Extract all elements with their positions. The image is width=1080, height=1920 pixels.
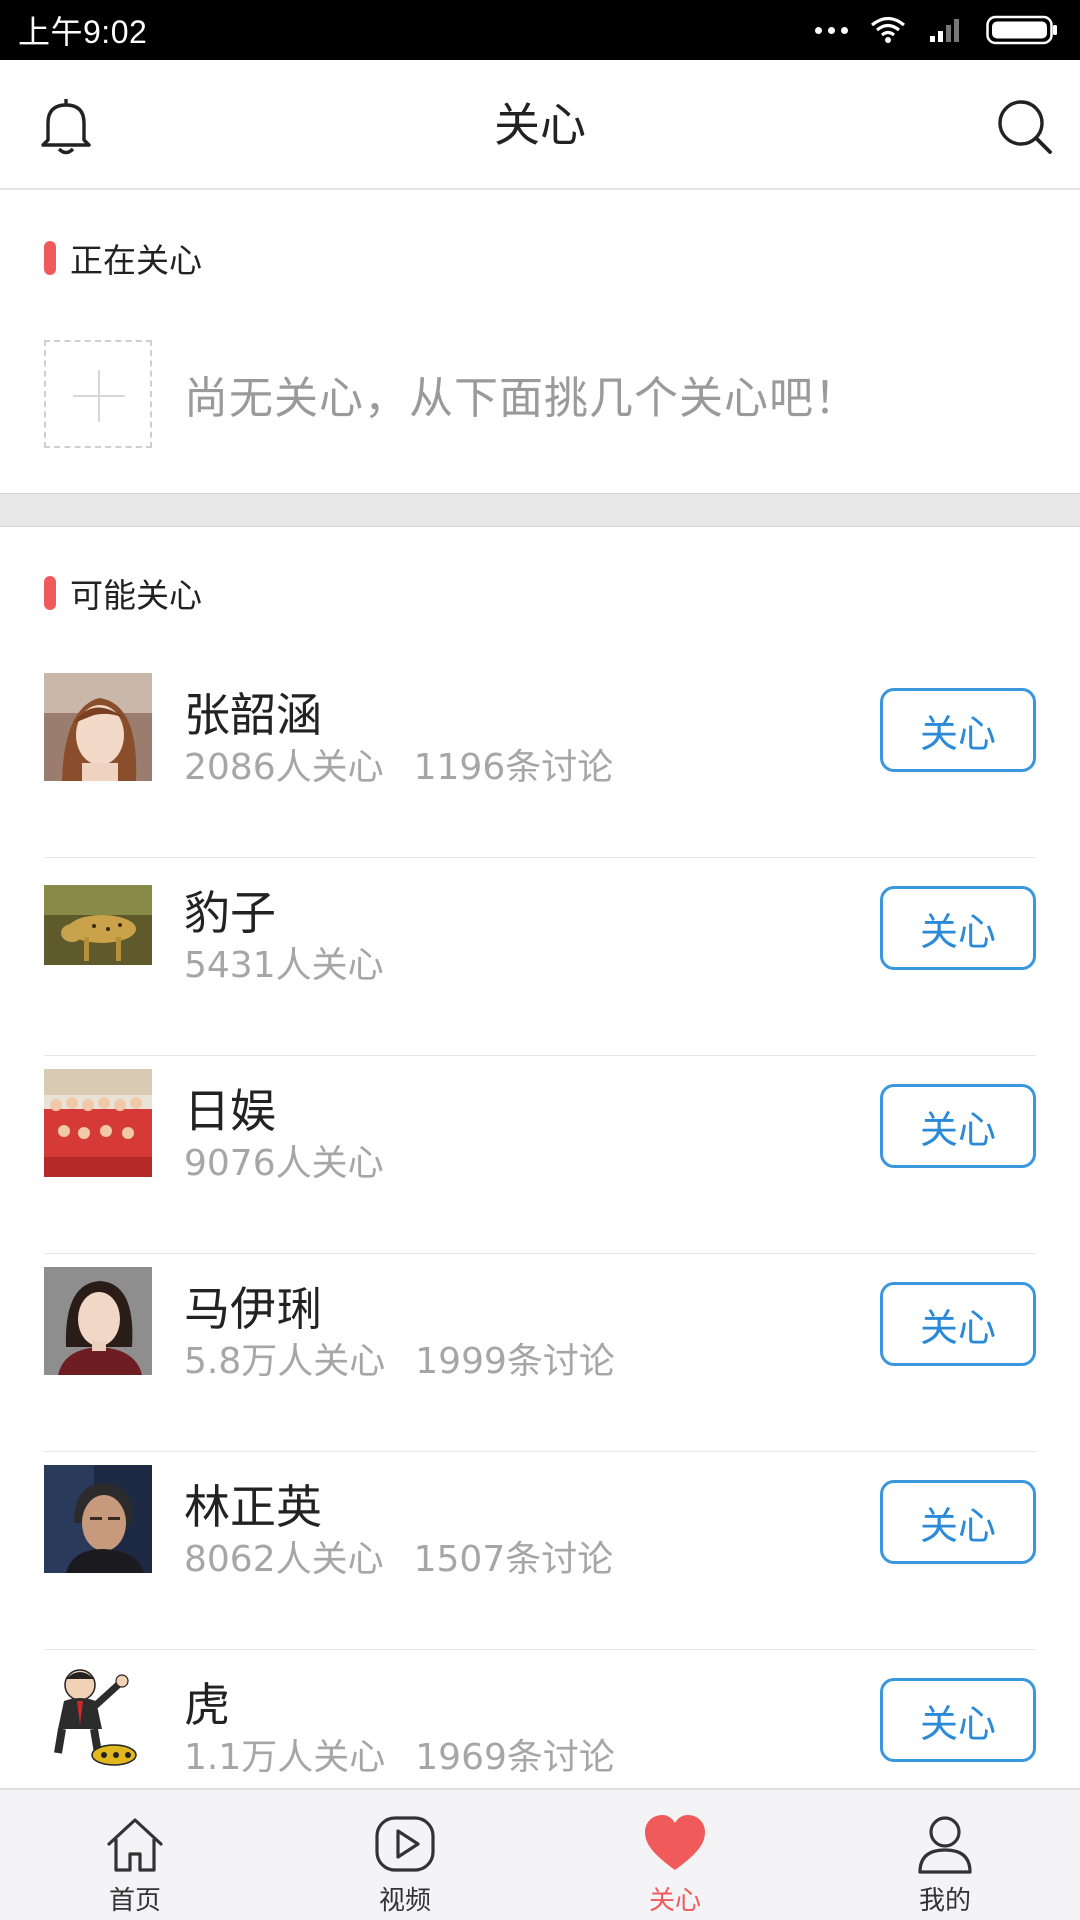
topic-meta: 9076人关心 (184, 1134, 384, 1186)
suggest-section-title: 可能关心 (70, 576, 202, 615)
topic-name: 马伊琍 (184, 1282, 322, 1336)
follower-count: 2086人关心 (184, 747, 384, 788)
follower-count: 1.1万人关心 (184, 1737, 386, 1778)
follower-count: 5431人关心 (184, 945, 384, 986)
suggest-section-header: 可能关心 (44, 569, 202, 617)
follower-count: 9076人关心 (184, 1143, 384, 1184)
follow-button[interactable]: 关心 (880, 1084, 1036, 1168)
follow-button[interactable]: 关心 (880, 1678, 1036, 1762)
status-bar: 上午9:02 (0, 0, 1080, 60)
battery-icon (986, 15, 1057, 45)
tab-label: 我的 (918, 1886, 971, 1916)
topic-meta: 5.8万人关心 1999条讨论 (184, 1332, 615, 1384)
following-section-title: 正在关心 (70, 241, 202, 280)
tab-follow[interactable]: 关心 (540, 1790, 810, 1920)
list-item[interactable]: 日娱 9076人关心 关心 (44, 1056, 1036, 1254)
discussion-count: 1196条讨论 (413, 747, 614, 788)
tab-label: 视频 (378, 1886, 431, 1916)
tab-label: 首页 (108, 1886, 161, 1916)
topic-meta: 1.1万人关心 1969条讨论 (184, 1728, 615, 1780)
video-play-icon (375, 1816, 435, 1872)
topic-name: 豹子 (184, 886, 276, 940)
follow-button[interactable]: 关心 (880, 688, 1036, 772)
person-icon (918, 1816, 972, 1874)
follow-button[interactable]: 关心 (880, 886, 1036, 970)
discussion-count: 1999条讨论 (415, 1341, 615, 1382)
discussion-count: 1969条讨论 (415, 1737, 615, 1778)
topic-meta: 5431人关心 (184, 936, 384, 988)
list-item[interactable]: 张韶涵 2086人关心 1196条讨论 关心 (44, 660, 1036, 858)
wifi-icon (870, 16, 906, 43)
topic-name: 张韶涵 (184, 688, 322, 742)
follow-button[interactable]: 关心 (880, 1480, 1036, 1564)
avatar (44, 1663, 152, 1771)
list-item[interactable]: 豹子 5431人关心 关心 (44, 858, 1036, 1056)
heart-icon (645, 1815, 705, 1870)
section-marker (44, 576, 56, 610)
bottom-tab-bar: 首页 视频 关心 我的 (0, 1788, 1080, 1920)
tab-video[interactable]: 视频 (270, 1790, 540, 1920)
following-section-header: 正在关心 (44, 234, 202, 282)
add-follow-button[interactable] (44, 340, 152, 448)
status-icons (815, 15, 1058, 45)
avatar (44, 1267, 152, 1375)
tab-home[interactable]: 首页 (0, 1790, 270, 1920)
topic-meta: 8062人关心 1507条讨论 (184, 1530, 613, 1582)
more-dots-icon (815, 26, 848, 34)
follow-button[interactable]: 关心 (880, 1282, 1036, 1366)
following-empty-state: 尚无关心，从下面挑几个关心吧！ (44, 340, 859, 448)
status-time: 上午9:02 (18, 14, 148, 50)
search-icon[interactable] (996, 98, 1054, 156)
avatar (44, 673, 152, 781)
avatar (44, 1069, 152, 1177)
list-item[interactable]: 马伊琍 5.8万人关心 1999条讨论 关心 (44, 1254, 1036, 1452)
follower-count: 8062人关心 (184, 1539, 384, 1580)
discussion-count: 1507条讨论 (413, 1539, 614, 1580)
page-title: 关心 (494, 98, 586, 152)
top-nav-bar: 关心 (0, 60, 1080, 190)
empty-hint-text: 尚无关心，从下面挑几个关心吧！ (184, 373, 859, 424)
section-divider (0, 493, 1080, 527)
topic-name: 林正英 (184, 1480, 322, 1534)
section-marker (44, 241, 56, 275)
signal-icon (930, 19, 959, 42)
tab-label: 关心 (648, 1886, 701, 1916)
home-icon (107, 1818, 163, 1872)
tab-me[interactable]: 我的 (810, 1790, 1080, 1920)
topic-name: 日娱 (184, 1084, 276, 1138)
list-item[interactable]: 林正英 8062人关心 1507条讨论 关心 (44, 1452, 1036, 1650)
avatar (44, 871, 152, 979)
avatar (44, 1465, 152, 1573)
follower-count: 5.8万人关心 (184, 1341, 386, 1382)
topic-meta: 2086人关心 1196条讨论 (184, 738, 613, 790)
topic-name: 虎 (184, 1678, 230, 1732)
